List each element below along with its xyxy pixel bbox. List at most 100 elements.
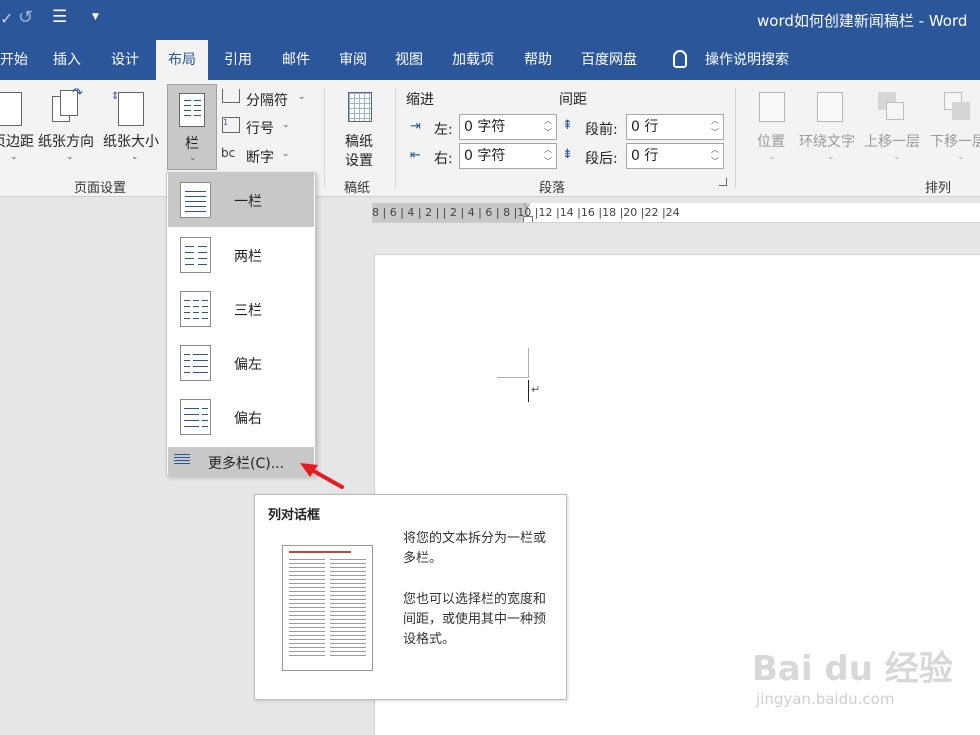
chevron-down-icon: ⌄ <box>10 152 18 162</box>
indent-left-icon: ⇥ <box>410 119 421 134</box>
chevron-down-icon: ⌄ <box>66 152 74 162</box>
baidu-watermark-url: jingyan.baidu.com <box>756 690 895 708</box>
paper-size-button[interactable]: 纸张大小 <box>103 131 159 151</box>
tooltip-preview-image <box>282 545 373 671</box>
three-columns-icon <box>180 291 211 327</box>
horizontal-ruler[interactable]: 8 | 6 | 4 | 2 | | 2 | 4 | 6 | 8 |10 |12 … <box>372 203 980 223</box>
columns-option-two[interactable]: 两栏 <box>168 228 314 282</box>
spacing-after-label: 段后: <box>585 151 618 167</box>
line-numbers-button[interactable]: 行号 <box>246 118 274 138</box>
wrap-text-button[interactable]: 环绕文字 <box>799 131 855 151</box>
columns-tooltip: 列对话框 将您的文本拆分为一栏或多栏。 您也可以选择栏的宽度和间距，或使用其中一… <box>254 494 567 700</box>
customize-toolbar-icon[interactable]: ▼ <box>92 12 99 22</box>
group-label-arrange: 排列 <box>925 181 952 196</box>
text-cursor <box>528 380 529 402</box>
spacing-after-input[interactable]: 0 行 ︿ ﹀ <box>626 143 724 169</box>
chevron-down-icon: ⌄ <box>827 152 835 162</box>
lightbulb-icon <box>673 50 687 68</box>
indent-right-icon: ⇤ <box>410 148 421 163</box>
spacing-after-icon: ⇟ <box>562 147 573 162</box>
paper-size-icon[interactable]: ⇕ <box>111 91 144 126</box>
line-numbers-icon: 1 <box>222 117 240 133</box>
tab-addins[interactable]: 加载项 <box>452 40 494 80</box>
dialog-launcher-icon[interactable] <box>719 178 727 186</box>
spin-arrows-icon[interactable]: ︿ ﹀ <box>711 115 719 139</box>
spin-arrows-icon[interactable]: ︿ ﹀ <box>711 144 719 168</box>
spacing-before-label: 段前: <box>585 122 618 138</box>
spacing-header: 间距 <box>559 92 587 108</box>
redo-icon[interactable]: ✓ <box>0 9 13 28</box>
indent-marker-bottom-icon[interactable] <box>523 216 533 222</box>
spin-arrows-icon[interactable]: ︿ ﹀ <box>544 144 552 168</box>
columns-icon <box>179 93 205 127</box>
manuscript-button-line2[interactable]: 设置 <box>345 150 373 170</box>
columns-option-left[interactable]: 偏左 <box>168 336 314 390</box>
list-icon[interactable]: ☰ <box>52 7 67 27</box>
margins-icon[interactable] <box>0 92 22 126</box>
orientation-icon[interactable]: ↷ <box>52 86 83 124</box>
ribbon-panel: 页边距 ⌄ ↷ 纸张方向 ⌄ ⇕ 纸张大小 ⌄ 栏 ⌄ 分隔符 ⌄ 1 行号 ⌄… <box>0 80 980 197</box>
tell-me-search[interactable]: 操作说明搜索 <box>705 40 789 80</box>
divider <box>735 88 736 188</box>
divider <box>395 88 396 188</box>
position-button[interactable]: 位置 <box>757 131 785 151</box>
margins-button[interactable]: 页边距 <box>0 131 34 151</box>
columns-option-right[interactable]: 偏右 <box>168 390 314 444</box>
refresh-icon[interactable]: ↺ <box>18 7 33 28</box>
group-label-page-setup: 页面设置 <box>74 181 127 196</box>
tab-baidu-netdisk[interactable]: 百度网盘 <box>581 40 637 80</box>
tab-view[interactable]: 视图 <box>395 40 423 80</box>
bring-forward-button[interactable]: 上移一层 <box>864 131 920 151</box>
chevron-down-icon: ⌄ <box>282 149 290 159</box>
spacing-before-input[interactable]: 0 行 ︿ ﹀ <box>626 114 724 140</box>
manuscript-button[interactable]: 稿纸 <box>345 131 373 151</box>
group-label-paragraph: 段落 <box>539 181 566 196</box>
tab-mailings[interactable]: 邮件 <box>282 40 310 80</box>
columns-dropdown: 一栏 两栏 三栏 偏左 偏右 更多栏(C)... <box>166 172 316 476</box>
title-bar: ✓ ↺ ☰ ▼ word如何创建新闻稿栏 - Word <box>0 0 980 40</box>
chevron-down-icon: ⌄ <box>298 92 306 102</box>
indent-right-label: 右: <box>434 151 453 167</box>
columns-option-one[interactable]: 一栏 <box>168 173 314 227</box>
hyphenation-icon: bc <box>221 146 236 160</box>
document-title: word如何创建新闻稿栏 - Word <box>757 12 968 30</box>
spin-arrows-icon[interactable]: ︿ ﹀ <box>544 115 552 139</box>
columns-button[interactable]: 栏 ⌄ <box>167 84 217 170</box>
manuscript-icon[interactable] <box>348 92 372 122</box>
indent-header: 缩进 <box>406 92 434 108</box>
paragraph-mark-icon: ↵ <box>531 383 541 396</box>
chevron-down-icon: ⌄ <box>893 152 901 162</box>
tooltip-description-2: 您也可以选择栏的宽度和间距，或使用其中一种预设格式。 <box>403 592 547 647</box>
hyphenation-button[interactable]: 断字 <box>246 147 274 167</box>
right-column-icon <box>180 399 211 435</box>
tab-home[interactable]: 开始 <box>0 40 28 80</box>
breaks-button[interactable]: 分隔符 <box>246 90 288 110</box>
send-backward-button[interactable]: 下移一层 <box>930 131 980 151</box>
bring-forward-icon <box>878 92 906 122</box>
indent-marker-icon[interactable]: ▽ <box>523 203 531 211</box>
divider <box>324 88 325 188</box>
tooltip-title: 列对话框 <box>268 508 321 523</box>
indent-right-input[interactable]: 0 字符 ︿ ﹀ <box>459 143 557 169</box>
chevron-down-icon: ⌄ <box>957 152 965 162</box>
tab-design[interactable]: 设计 <box>111 40 139 80</box>
ribbon-tabs: 开始 插入 设计 布局 引用 邮件 审阅 视图 加载项 帮助 百度网盘 操作说明… <box>0 40 980 80</box>
chevron-down-icon: ⌄ <box>768 152 776 162</box>
tab-layout[interactable]: 布局 <box>156 40 208 80</box>
send-backward-icon <box>944 92 972 122</box>
left-column-icon <box>180 345 211 381</box>
tab-help[interactable]: 帮助 <box>524 40 552 80</box>
group-label-manuscript: 稿纸 <box>344 181 371 196</box>
tooltip-description-1: 将您的文本拆分为一栏或多栏。 <box>403 531 547 566</box>
orientation-button[interactable]: 纸张方向 <box>38 131 94 151</box>
baidu-watermark: Bai du 经验 <box>752 649 953 689</box>
spacing-before-icon: ⇞ <box>562 118 573 133</box>
tab-review[interactable]: 审阅 <box>339 40 367 80</box>
two-columns-icon <box>180 237 211 273</box>
indent-left-input[interactable]: 0 字符 ︿ ﹀ <box>459 114 557 140</box>
columns-option-three[interactable]: 三栏 <box>168 282 314 336</box>
position-icon <box>759 92 785 122</box>
tab-insert[interactable]: 插入 <box>53 40 81 80</box>
margin-corner-mark <box>497 348 529 378</box>
tab-references[interactable]: 引用 <box>224 40 252 80</box>
